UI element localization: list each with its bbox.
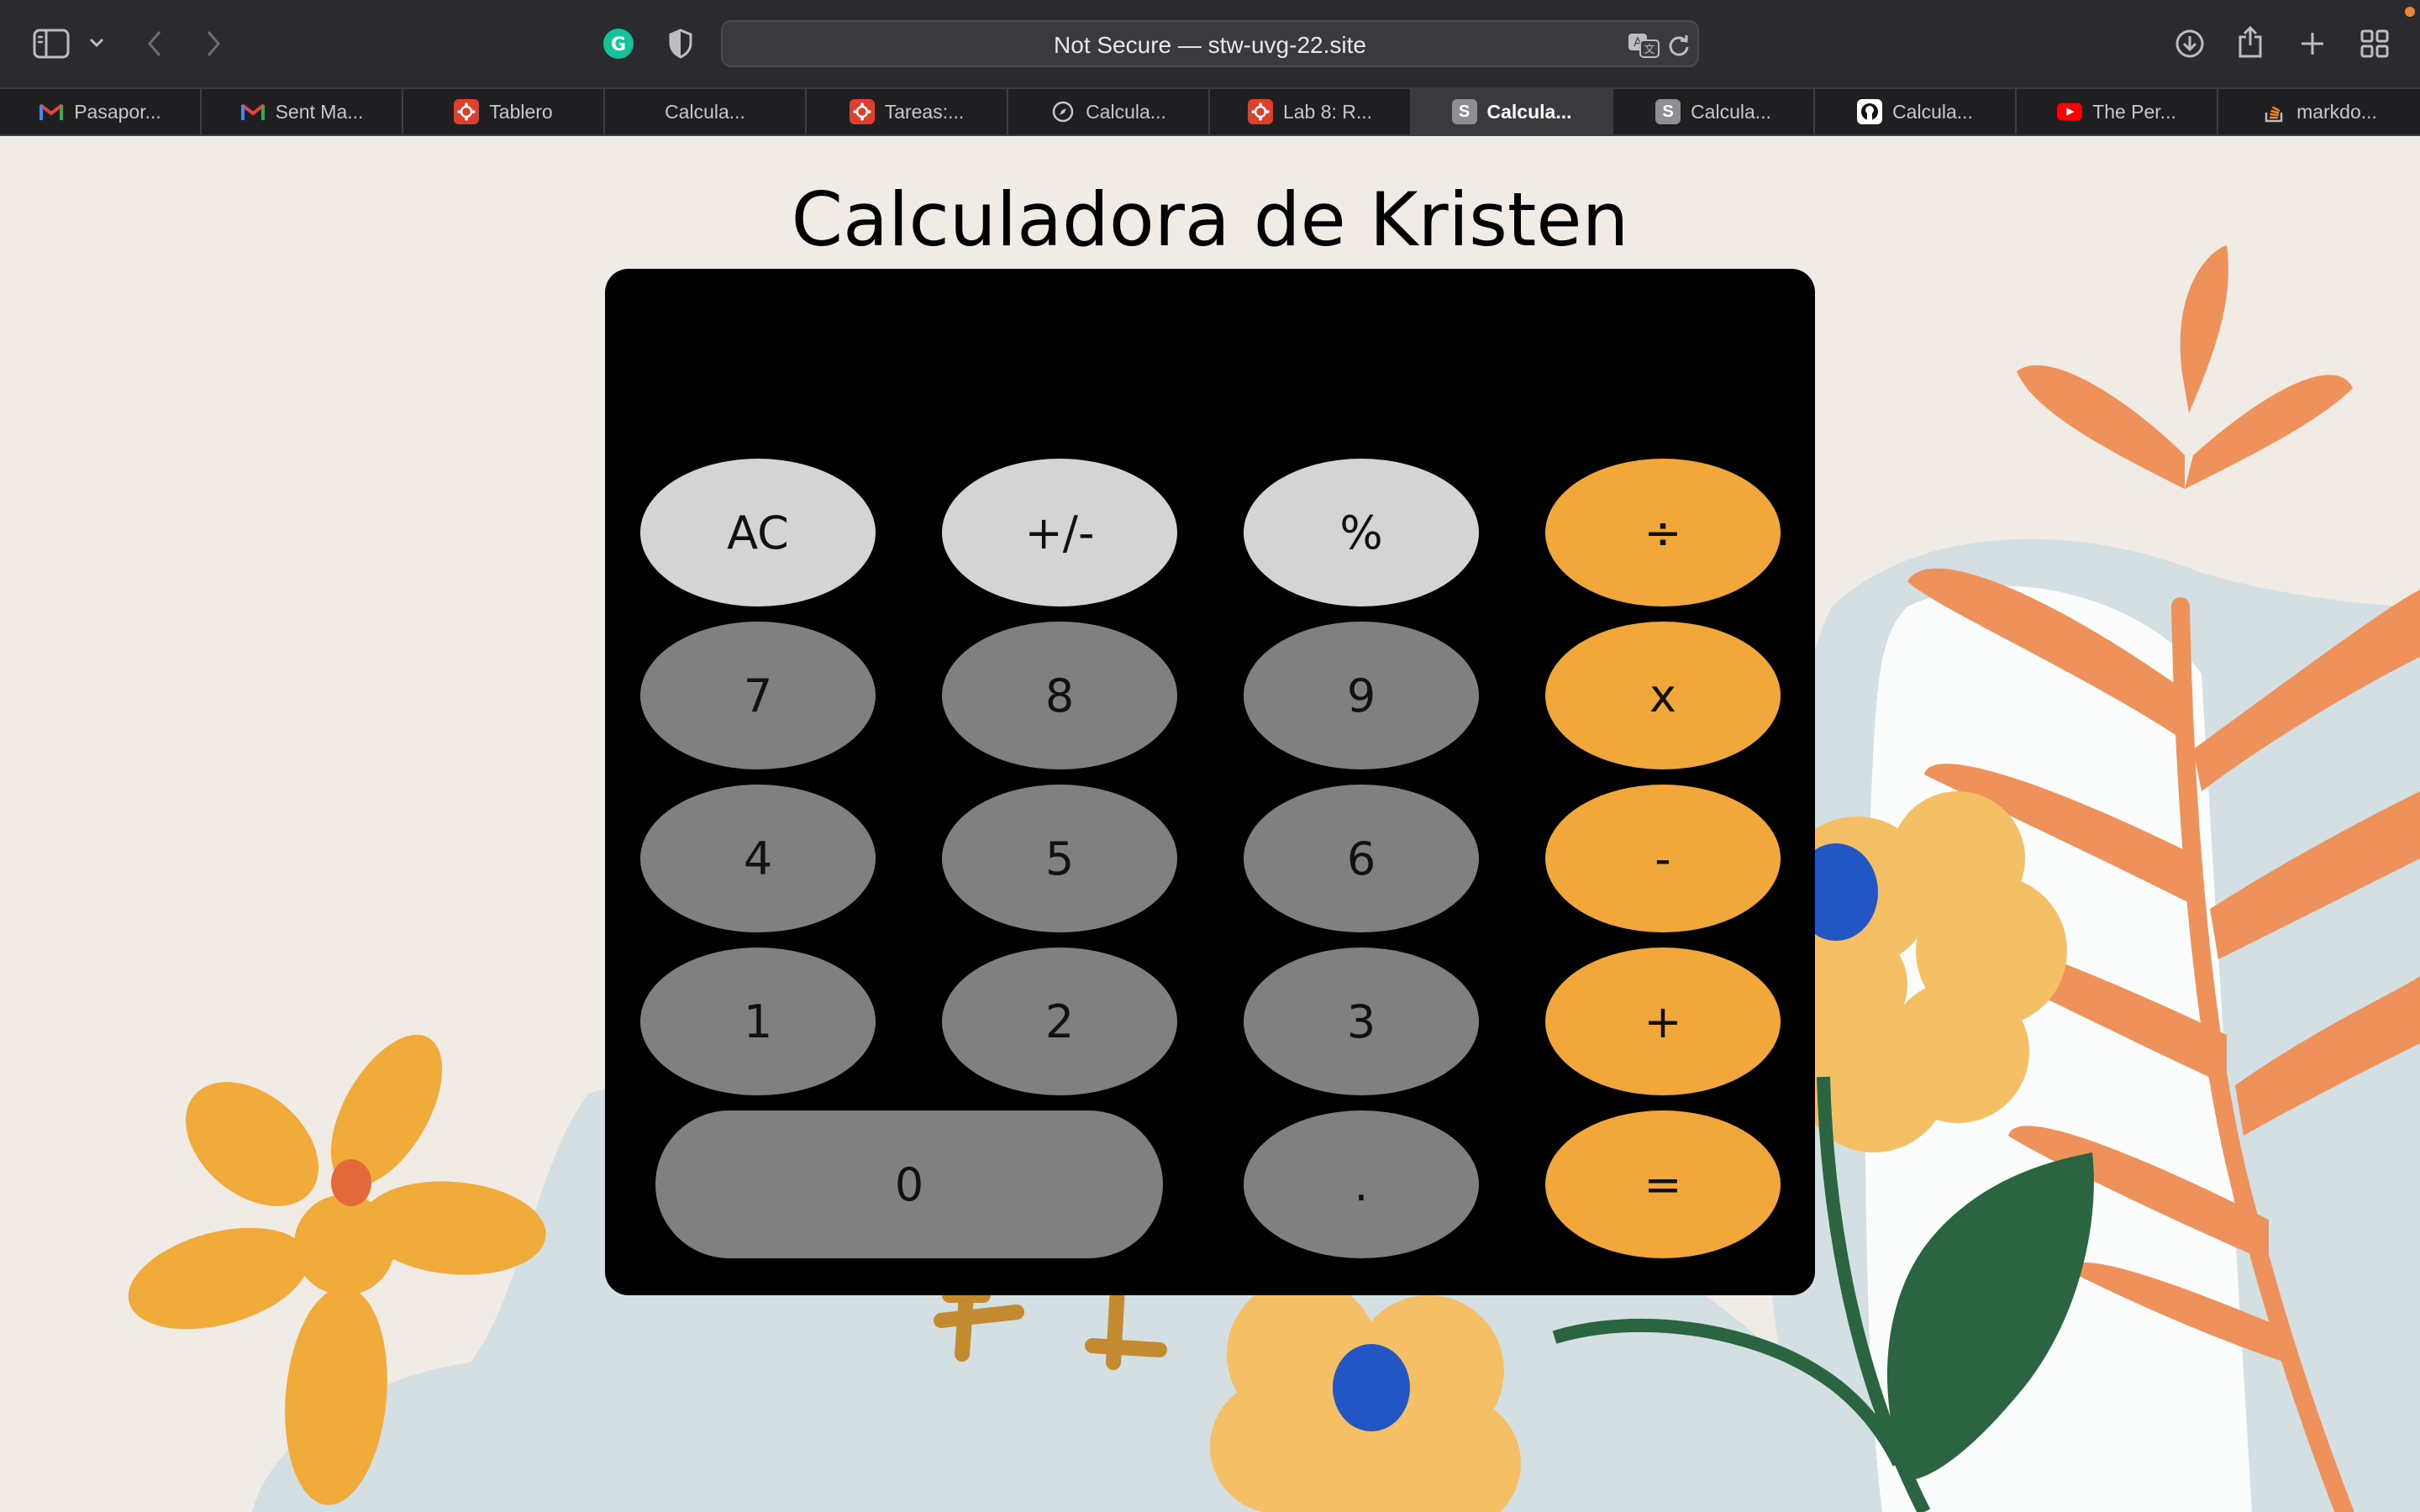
subtract-button[interactable]: - <box>1545 785 1781 932</box>
tab-pasaporte[interactable]: Pasapor... <box>0 89 202 134</box>
digit-4-button[interactable]: 4 <box>640 785 876 932</box>
tab-tablero[interactable]: Tablero <box>403 89 605 134</box>
tab-label: markdo... <box>2296 100 2377 123</box>
github-icon <box>1857 99 1883 124</box>
address-text: Not Secure — stw-uvg-22.site <box>1054 32 1366 58</box>
privacy-shield-icon[interactable] <box>662 25 699 62</box>
tab-lab-8[interactable]: Lab 8: R... <box>1210 89 1412 134</box>
canvas-icon <box>1247 99 1273 124</box>
translate-icon[interactable]: A文 <box>1625 29 1662 62</box>
stackoverflow-icon <box>2261 99 2286 124</box>
tab-label: Sent Ma... <box>275 100 364 123</box>
clear-button[interactable]: AC <box>640 459 876 606</box>
calculator-display <box>639 294 1781 437</box>
tab-calculadora-2[interactable]: Calcula... <box>1008 89 1210 134</box>
tab-markdown[interactable]: markdo... <box>2218 89 2420 134</box>
share-icon[interactable] <box>2232 22 2269 62</box>
tab-label: Calcula... <box>1892 100 1973 123</box>
percent-button[interactable]: % <box>1244 459 1479 606</box>
canvas-icon <box>454 99 480 124</box>
new-tab-icon[interactable] <box>2294 25 2331 62</box>
tab-calculadora-1[interactable]: Calcula... <box>605 89 807 134</box>
tab-calculadora-active[interactable]: S Calcula... <box>1412 89 1613 134</box>
add-button[interactable]: + <box>1545 948 1781 1095</box>
tab-tareas[interactable]: Tareas:... <box>807 89 1008 134</box>
tab-label: Calcula... <box>1486 100 1572 123</box>
svg-text:G: G <box>611 34 626 55</box>
tab-calculadora-3[interactable]: S Calcula... <box>1613 89 1815 134</box>
tab-label: Pasapor... <box>74 100 161 123</box>
tab-label: Calcula... <box>665 100 745 123</box>
grammarly-icon[interactable]: G <box>600 25 637 62</box>
back-icon[interactable] <box>139 25 170 62</box>
equals-button[interactable]: = <box>1545 1110 1781 1258</box>
digit-7-button[interactable]: 7 <box>640 622 876 769</box>
digit-1-button[interactable]: 1 <box>640 948 876 1095</box>
reload-icon[interactable] <box>1664 30 1694 60</box>
address-bar[interactable]: Not Secure — stw-uvg-22.site A文 <box>721 20 1699 67</box>
site-s-icon: S <box>1655 99 1681 124</box>
gmail-icon <box>240 99 266 124</box>
site-s-icon: S <box>1451 99 1477 124</box>
tab-youtube[interactable]: The Per... <box>2017 89 2218 134</box>
tab-overview-icon[interactable] <box>2356 25 2393 62</box>
toggle-sign-button[interactable]: +/- <box>942 459 1177 606</box>
tab-bar: Pasapor... Sent Ma... Tablero Calcula...… <box>0 87 2420 136</box>
calculator: AC +/- % ÷ 7 8 9 x 4 5 6 - 1 2 3 + 0 . = <box>605 269 1815 1295</box>
tab-label: Tablero <box>489 100 553 123</box>
canvas-icon <box>849 99 875 124</box>
gmail-icon <box>39 99 64 124</box>
tab-label: Calcula... <box>1086 100 1166 123</box>
notification-dot <box>2405 7 2415 17</box>
compass-icon <box>1050 99 1076 124</box>
tab-label: The Per... <box>2092 100 2176 123</box>
digit-3-button[interactable]: 3 <box>1244 948 1479 1095</box>
digit-8-button[interactable]: 8 <box>942 622 1177 769</box>
downloads-icon[interactable] <box>2171 25 2208 62</box>
chevron-down-icon[interactable] <box>84 30 109 55</box>
page-title: Calculadora de Kristen <box>791 176 1629 263</box>
web-page: Calculadora de Kristen AC +/- % ÷ 7 8 9 … <box>0 136 2420 1512</box>
sidebar-toggle-icon[interactable] <box>30 25 72 62</box>
multiply-button[interactable]: x <box>1545 622 1781 769</box>
digit-9-button[interactable]: 9 <box>1244 622 1479 769</box>
tab-label: Calcula... <box>1691 100 1771 123</box>
digit-2-button[interactable]: 2 <box>942 948 1177 1095</box>
decimal-button[interactable]: . <box>1244 1110 1479 1258</box>
divide-button[interactable]: ÷ <box>1545 459 1781 606</box>
forward-icon[interactable] <box>198 25 229 62</box>
tab-sent-mail[interactable]: Sent Ma... <box>202 89 403 134</box>
digit-0-button[interactable]: 0 <box>655 1110 1163 1258</box>
tab-label: Tareas:... <box>884 100 965 123</box>
digit-5-button[interactable]: 5 <box>942 785 1177 932</box>
svg-text:文: 文 <box>1644 44 1655 56</box>
tab-label: Lab 8: R... <box>1282 100 1373 123</box>
youtube-icon <box>2057 99 2083 124</box>
digit-6-button[interactable]: 6 <box>1244 785 1479 932</box>
tab-calculadora-github[interactable]: Calcula... <box>1815 89 2017 134</box>
browser-toolbar: G Not Secure — stw-uvg-22.site A文 <box>0 0 2420 87</box>
